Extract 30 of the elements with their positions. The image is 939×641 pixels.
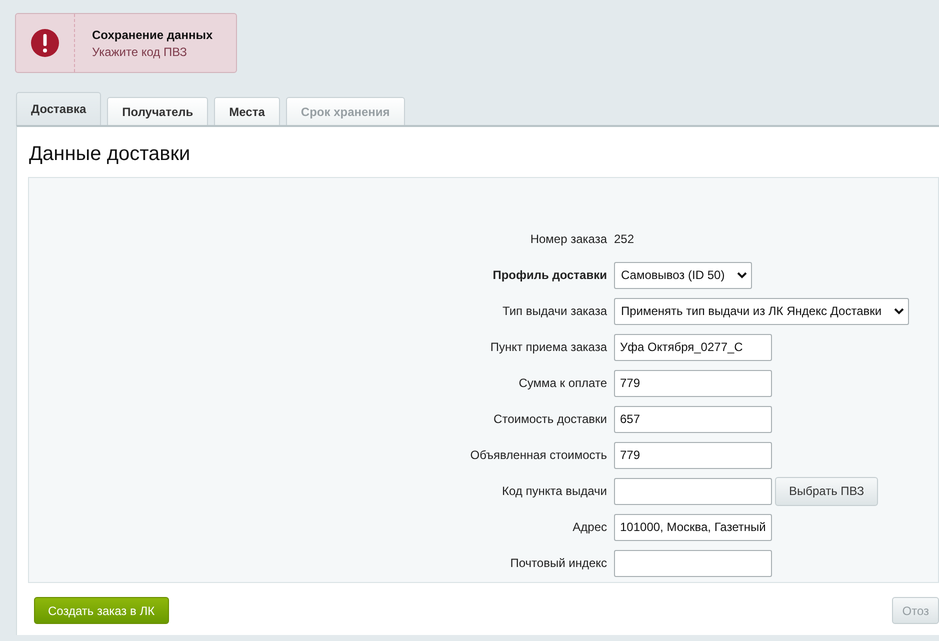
alert-message: Укажите код ПВЗ xyxy=(92,44,188,58)
field-label: Профиль доставки xyxy=(492,268,607,282)
field-label: Сумма к оплате xyxy=(518,376,607,390)
chevron-down-icon xyxy=(736,272,747,278)
input-field[interactable]: 779 xyxy=(614,442,772,468)
input-field[interactable] xyxy=(614,550,772,576)
tab[interactable]: Получатель xyxy=(107,97,208,125)
chevron-down-icon xyxy=(894,308,904,314)
field-label: Адрес xyxy=(572,520,607,534)
input-field[interactable]: 657 xyxy=(614,406,772,432)
field-label: Тип выдачи заказа xyxy=(502,304,607,318)
input-field[interactable]: 779 xyxy=(614,370,772,396)
input-field[interactable]: 101000, Москва, Газетный xyxy=(614,514,772,540)
input-field[interactable]: Уфа Октября_0277_С xyxy=(614,334,772,360)
select-field[interactable]: Применять тип выдачи из ЛК Яндекс Доставки xyxy=(614,298,909,324)
order-number: 252 xyxy=(614,232,634,246)
exclamation-icon xyxy=(30,28,60,58)
field-label: Объявленная стоимость xyxy=(470,448,607,462)
field-label: Почтовый индекс xyxy=(510,556,607,570)
field-label: Код пункта выдачи xyxy=(502,484,607,498)
field-label: Стоимость доставки xyxy=(494,412,607,426)
choose-pickup-button[interactable]: Выбрать ПВЗ xyxy=(775,476,878,506)
input-field[interactable] xyxy=(614,478,772,504)
section-title: Данные доставки xyxy=(28,142,192,167)
select-field[interactable]: Самовывоз (ID 50) xyxy=(614,262,752,288)
field-label: Пункт приема заказа xyxy=(490,340,607,354)
alert-title: Сохранение данных xyxy=(92,28,213,42)
tab[interactable]: Места xyxy=(214,97,280,125)
field-label: Номер заказа xyxy=(530,232,607,246)
tab[interactable]: Доставка xyxy=(16,92,102,125)
